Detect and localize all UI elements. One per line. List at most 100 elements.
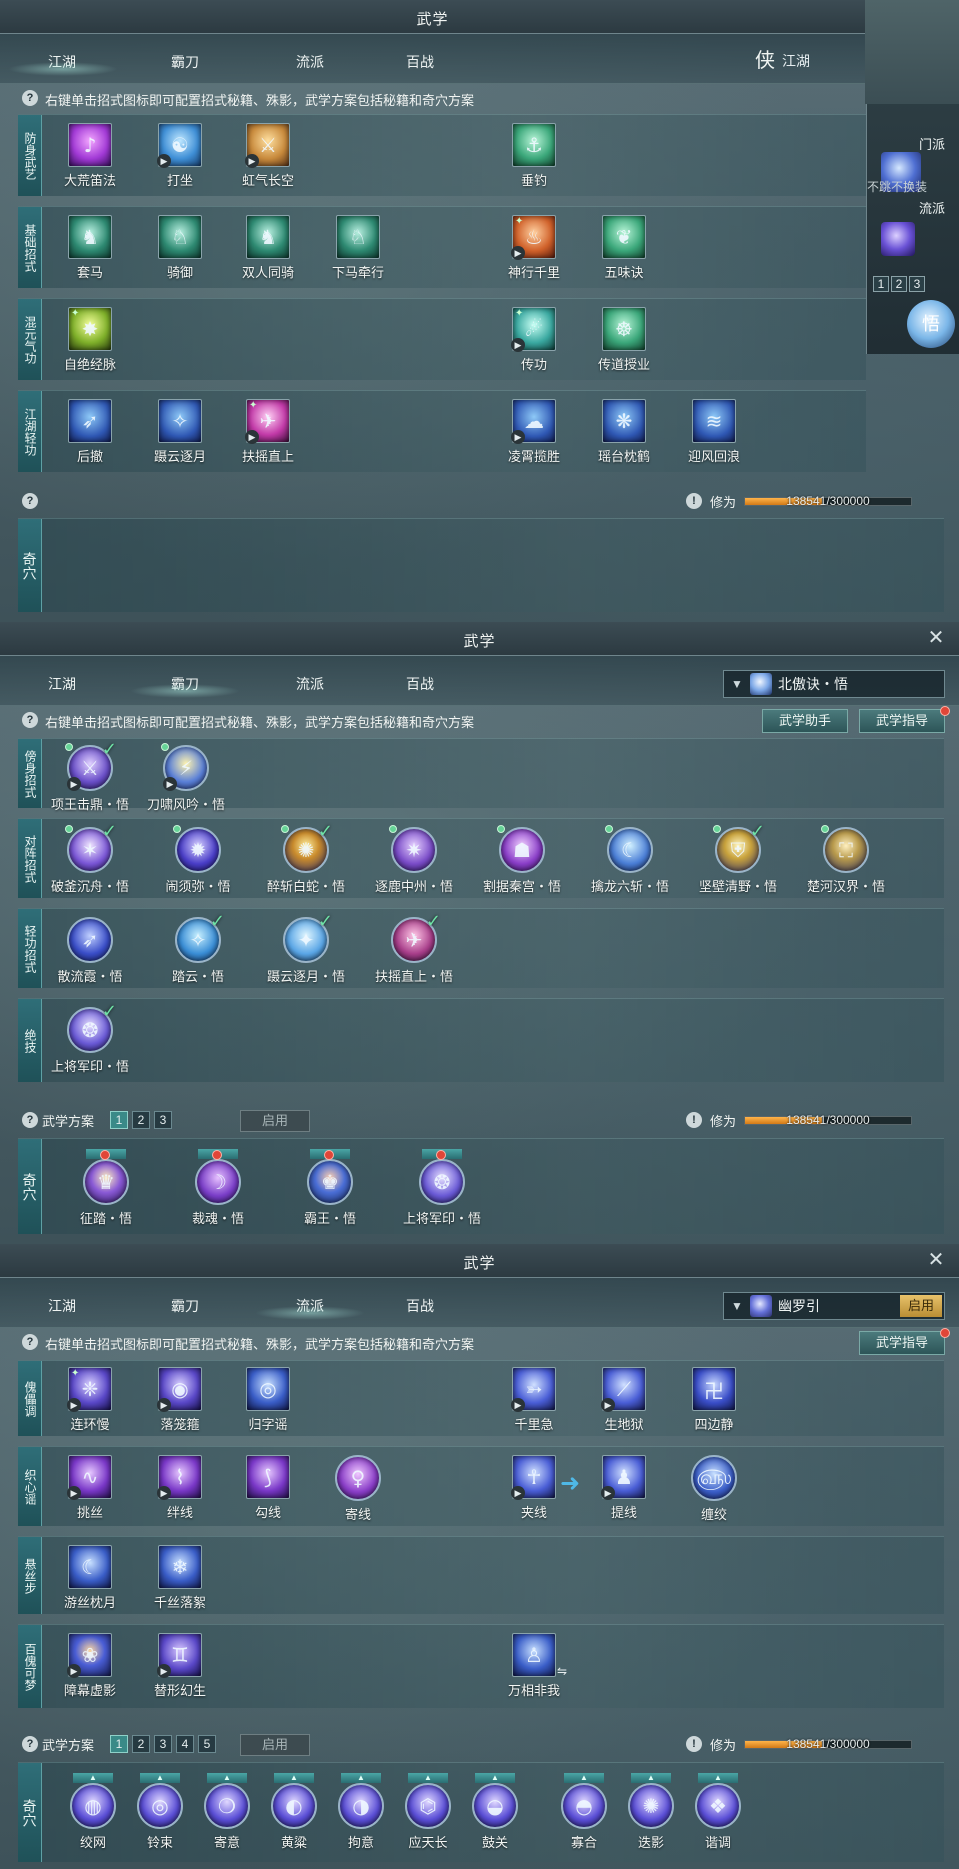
enable-plan-button[interactable]: 启用 [240, 1734, 310, 1756]
skill-item[interactable]: ⚔ ✓ ▶ 项王击鼎・悟 [40, 739, 140, 813]
skill-item[interactable]: ✈ ✓ 扶摇直上・悟 [364, 911, 464, 985]
skill-item[interactable]: ♟ ▶ 提线 [574, 1455, 674, 1521]
skill-item[interactable]: ⚔ ▶ 虹气长空 [218, 123, 318, 189]
close-icon[interactable]: ✕ [927, 628, 945, 648]
school-select[interactable]: ▼ 北傲诀・悟 [723, 670, 945, 698]
skill-item[interactable]: ✈ ✦ ▶ 扶摇直上 [218, 399, 318, 465]
qixue-item[interactable]: ◒ ▲ 鼓关 [450, 1773, 540, 1851]
plan-num-3[interactable]: 3 [909, 276, 925, 292]
skill-item[interactable]: ⚡ ▶ 刀啸风吟・悟 [136, 743, 236, 813]
skill-item[interactable]: ✧ ✓ 踏云・悟 [148, 911, 248, 985]
qixue-item[interactable]: ❂▲ 上将军印・悟 [392, 1149, 492, 1227]
skill-item[interactable]: ❋ 瑶台枕鹤 [574, 399, 674, 465]
skill-item[interactable]: ☾ 擒龙六斩・悟 [580, 825, 680, 895]
skill-item[interactable]: ❦ 五味诀 [574, 215, 674, 281]
skill-name: 上将军印・悟 [50, 1059, 129, 1074]
plan-button-4[interactable]: 4 [176, 1735, 194, 1753]
plan-num-1[interactable]: 1 [873, 276, 889, 292]
skill-item[interactable]: ❈ ✦ ▶ 连环慢 [40, 1367, 140, 1433]
skill-item[interactable]: ♘ 下马牵行 [308, 215, 408, 281]
qixue-item[interactable]: ❖ ▲ 谐调 [673, 1773, 763, 1851]
qixue-item[interactable]: ☽▲ 裁魂・悟 [168, 1149, 268, 1227]
general-seal-icon: ❂ ✓ [67, 1001, 117, 1053]
plan-button-3[interactable]: 3 [154, 1111, 172, 1129]
skill-item[interactable]: ∿ ▶ 挑丝 [40, 1455, 140, 1521]
plan-button-1[interactable]: 1 [110, 1735, 128, 1753]
tab-liupai[interactable]: 流派 [270, 674, 350, 694]
skill-item[interactable]: ❄ 千丝落絮 [130, 1545, 230, 1611]
skill-item[interactable]: ➳ ▶ 千里急 [484, 1367, 584, 1433]
skill-item[interactable]: ✹ 闹须弥・悟 [148, 825, 248, 895]
skill-item[interactable]: ♘ 骑御 [130, 215, 230, 281]
enable-plan-button[interactable]: 启用 [240, 1110, 310, 1132]
tab-badao[interactable]: 霸刀 [145, 52, 225, 72]
skill-item[interactable]: ✸ ✦ 自绝经脉 [40, 307, 140, 373]
tab-baizhan[interactable]: 百战 [380, 52, 460, 72]
wuxue-guide-button[interactable]: 武学指导 [859, 709, 945, 733]
help-icon[interactable]: ? [22, 1334, 38, 1350]
skill-item[interactable]: ◎ 归字谣 [218, 1367, 318, 1433]
skill-item[interactable]: ⟋ ▶ 生地狱 [574, 1367, 674, 1433]
skill-item[interactable]: ⌇ ▶ 绊线 [130, 1455, 230, 1521]
skill-item[interactable]: ✷ 逐鹿中州・悟 [364, 825, 464, 895]
skill-item[interactable]: ☁ ▶ 凌霄揽胜 [484, 399, 584, 465]
wuxue-assistant-button[interactable]: 武学助手 [762, 709, 848, 733]
skill-item[interactable]: ✧ 蹑云逐月 [130, 399, 230, 465]
skill-item[interactable]: ♞ 套马 [40, 215, 140, 281]
help-icon[interactable]: ? [22, 1736, 38, 1752]
skill-item[interactable]: ♨ ✦ ▶ 神行千里 [484, 215, 584, 281]
skill-item[interactable]: ⛨ ✓ 坚壁清野・悟 [688, 821, 788, 895]
section-label: 混元气功 [18, 299, 42, 380]
skill-item[interactable]: ✦ ✓ 蹑云逐月・悟 [256, 911, 356, 985]
tab-jianghu[interactable]: 江湖 [22, 674, 102, 694]
skill-item[interactable]: ➶ 散流霞・悟 [40, 917, 140, 985]
skill-item[interactable]: ✶ ✓ 破釜沉舟・悟 [40, 821, 140, 895]
skill-item[interactable]: ☄ ✦ ▶ 传功 [484, 307, 584, 373]
tab-baizhan[interactable]: 百战 [380, 1296, 460, 1316]
school-puppet-icon[interactable] [881, 222, 915, 256]
help-icon[interactable]: ? [22, 712, 38, 728]
skill-item[interactable]: ☸ 传道授业 [574, 307, 674, 373]
skill-item[interactable]: ➶ 后撤 [40, 399, 140, 465]
skill-item[interactable]: ௵ 缠绞 [664, 1455, 764, 1523]
tab-liupai[interactable]: 流派 [270, 52, 350, 72]
tab-baizhan[interactable]: 百战 [380, 674, 460, 694]
skill-item[interactable]: ❂ ✓ 上将军印・悟 [40, 1001, 140, 1075]
plan-button-2[interactable]: 2 [132, 1111, 150, 1129]
plan-button-3[interactable]: 3 [154, 1735, 172, 1753]
qixue-item[interactable]: ♚▲ 霸王・悟 [280, 1149, 380, 1227]
skill-item[interactable]: ♊ ▶ 替形幻生 [130, 1633, 230, 1699]
school-enable-button[interactable]: 启用 [900, 1295, 942, 1317]
skill-item[interactable]: ❀ ▶ 障幕虚影 [40, 1633, 140, 1699]
qixue-item[interactable]: ♛▲ 征踏・悟 [56, 1149, 156, 1227]
skill-item[interactable]: ⚓ 垂钓 [484, 123, 584, 189]
skill-item[interactable]: ◉ ▶ 落笼箍 [130, 1367, 230, 1433]
skill-item[interactable]: ☾ 游丝枕月 [40, 1545, 140, 1611]
soar-icon: ☁ ▶ [511, 399, 556, 444]
skill-item[interactable]: ≋ 迎风回浪 [664, 399, 764, 465]
school-select[interactable]: ▼ 幽罗引 启用 [723, 1292, 945, 1320]
skill-item[interactable]: ♀ 寄线 [308, 1455, 408, 1523]
skill-item[interactable]: ♪ 大荒笛法 [40, 123, 140, 189]
plan-button-2[interactable]: 2 [132, 1735, 150, 1753]
help-icon[interactable]: ? [22, 1112, 38, 1128]
close-icon[interactable]: ✕ [927, 1250, 945, 1270]
tab-jianghu[interactable]: 江湖 [22, 1296, 102, 1316]
plan-button-5[interactable]: 5 [198, 1735, 216, 1753]
skill-item[interactable]: ☯ ▶ 打坐 [130, 123, 230, 189]
skill-item[interactable]: ⛶ 楚河汉界・悟 [796, 825, 896, 895]
skill-item[interactable]: ☗ 割据秦宫・悟 [472, 825, 572, 895]
help-icon[interactable]: ? [22, 90, 38, 106]
skill-item[interactable]: ♙ ⇋ 万相非我 [484, 1633, 584, 1699]
plan-button-1[interactable]: 1 [110, 1111, 128, 1129]
skill-item[interactable]: 卍 四边静 [664, 1367, 764, 1433]
wuxue-guide-button[interactable]: 武学指导 [859, 1331, 945, 1355]
wu-emblem-icon[interactable]: 悟 [907, 300, 955, 348]
tab-badao[interactable]: 霸刀 [145, 1296, 225, 1316]
skill-item[interactable]: ✺ ✓ 醉斩白蛇・悟 [256, 821, 356, 895]
plan-num-2[interactable]: 2 [891, 276, 907, 292]
tab-jianghu-right[interactable]: 江湖 [782, 51, 810, 71]
skill-item[interactable]: ♞ 双人同骑 [218, 215, 318, 281]
skill-item[interactable]: ⟆ 勾线 [218, 1455, 318, 1521]
help-icon[interactable]: ? [22, 493, 38, 509]
